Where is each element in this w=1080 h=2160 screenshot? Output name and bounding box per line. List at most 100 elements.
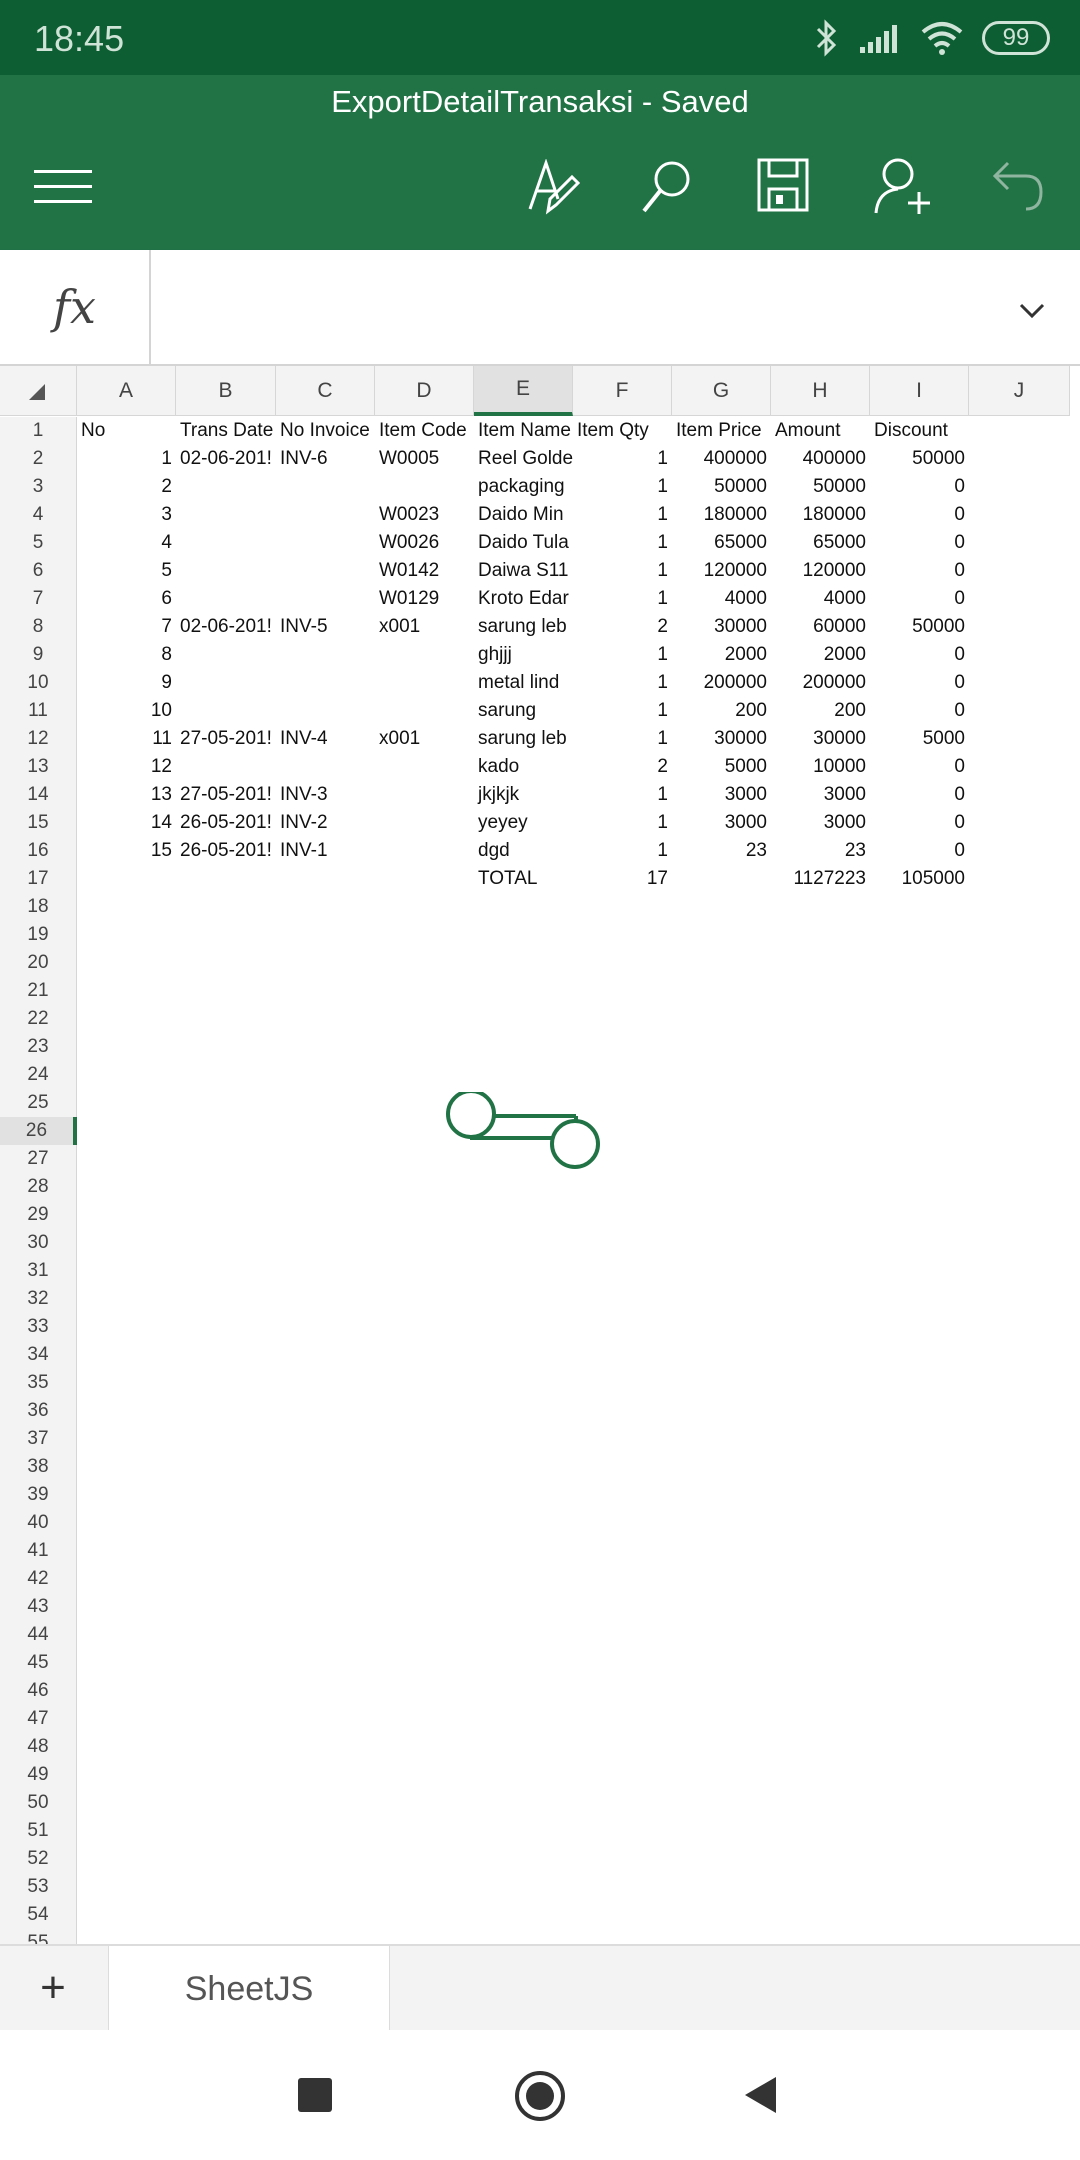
row-header-26[interactable]: 26 [0, 1117, 77, 1145]
cell-f16[interactable]: 1 [573, 837, 672, 865]
cell-b2[interactable]: 02-06-201! [176, 445, 276, 473]
cell-a10[interactable]: 9 [77, 669, 176, 697]
row-header-53[interactable]: 53 [0, 1873, 77, 1901]
cell-e17[interactable]: TOTAL [474, 865, 573, 893]
cell-a13[interactable]: 12 [77, 753, 176, 781]
cell-g13[interactable]: 5000 [672, 753, 771, 781]
cell-a1[interactable]: No [77, 417, 176, 445]
cell-d12[interactable]: x001 [375, 725, 474, 753]
row-header-33[interactable]: 33 [0, 1313, 77, 1341]
row-header-4[interactable]: 4 [0, 501, 77, 529]
cell-f14[interactable]: 1 [573, 781, 672, 809]
cell-a5[interactable]: 4 [77, 529, 176, 557]
cell-f3[interactable]: 1 [573, 473, 672, 501]
row-header-31[interactable]: 31 [0, 1257, 77, 1285]
cell-g16[interactable]: 23 [672, 837, 771, 865]
cell-i6[interactable]: 0 [870, 557, 969, 585]
cell-g9[interactable]: 2000 [672, 641, 771, 669]
cell-h11[interactable]: 200 [771, 697, 870, 725]
column-header-b[interactable]: B [176, 366, 276, 416]
cell-b15[interactable]: 26-05-201! [176, 809, 276, 837]
row-header-37[interactable]: 37 [0, 1425, 77, 1453]
row-header-19[interactable]: 19 [0, 921, 77, 949]
cell-e6[interactable]: Daiwa S11 [474, 557, 573, 585]
cell-i14[interactable]: 0 [870, 781, 969, 809]
home-icon[interactable] [514, 2070, 566, 2122]
cell-h13[interactable]: 10000 [771, 753, 870, 781]
cell-a2[interactable]: 1 [77, 445, 176, 473]
selection-handles[interactable] [444, 1092, 604, 1172]
cell-f1[interactable]: Item Qty [573, 417, 672, 445]
cell-c2[interactable]: INV-6 [276, 445, 375, 473]
cell-c1[interactable]: No Invoice [276, 417, 375, 445]
cell-h2[interactable]: 400000 [771, 445, 870, 473]
cell-c14[interactable]: INV-3 [276, 781, 375, 809]
cell-e9[interactable]: ghjjj [474, 641, 573, 669]
row-header-10[interactable]: 10 [0, 669, 77, 697]
row-header-23[interactable]: 23 [0, 1033, 77, 1061]
cell-i5[interactable]: 0 [870, 529, 969, 557]
cell-a4[interactable]: 3 [77, 501, 176, 529]
cell-b1[interactable]: Trans Date [176, 417, 276, 445]
search-icon[interactable] [640, 159, 694, 215]
row-header-41[interactable]: 41 [0, 1537, 77, 1565]
cell-a9[interactable]: 8 [77, 641, 176, 669]
cell-d7[interactable]: W0129 [375, 585, 474, 613]
row-header-43[interactable]: 43 [0, 1593, 77, 1621]
cell-f5[interactable]: 1 [573, 529, 672, 557]
row-header-6[interactable]: 6 [0, 557, 77, 585]
cell-d1[interactable]: Item Code [375, 417, 474, 445]
row-header-15[interactable]: 15 [0, 809, 77, 837]
cell-h12[interactable]: 30000 [771, 725, 870, 753]
cell-h15[interactable]: 3000 [771, 809, 870, 837]
row-header-9[interactable]: 9 [0, 641, 77, 669]
row-header-1[interactable]: 1 [0, 417, 77, 445]
cell-e7[interactable]: Kroto Edar [474, 585, 573, 613]
cell-a7[interactable]: 6 [77, 585, 176, 613]
column-header-a[interactable]: A [77, 366, 176, 416]
function-button[interactable]: fx [0, 250, 151, 364]
cell-h14[interactable]: 3000 [771, 781, 870, 809]
cell-c15[interactable]: INV-2 [276, 809, 375, 837]
cell-d6[interactable]: W0142 [375, 557, 474, 585]
row-header-22[interactable]: 22 [0, 1005, 77, 1033]
cell-f11[interactable]: 1 [573, 697, 672, 725]
back-icon[interactable] [744, 2076, 778, 2114]
select-all-corner[interactable] [0, 366, 77, 416]
cell-a16[interactable]: 15 [77, 837, 176, 865]
cell-b12[interactable]: 27-05-201! [176, 725, 276, 753]
cell-f8[interactable]: 2 [573, 613, 672, 641]
row-header-5[interactable]: 5 [0, 529, 77, 557]
cell-g4[interactable]: 180000 [672, 501, 771, 529]
cell-e15[interactable]: yeyey [474, 809, 573, 837]
cell-i15[interactable]: 0 [870, 809, 969, 837]
row-header-45[interactable]: 45 [0, 1649, 77, 1677]
cell-i12[interactable]: 5000 [870, 725, 969, 753]
cell-h6[interactable]: 120000 [771, 557, 870, 585]
cell-i1[interactable]: Discount [870, 417, 969, 445]
cell-g7[interactable]: 4000 [672, 585, 771, 613]
cell-g12[interactable]: 30000 [672, 725, 771, 753]
row-header-8[interactable]: 8 [0, 613, 77, 641]
cell-g14[interactable]: 3000 [672, 781, 771, 809]
cell-g10[interactable]: 200000 [672, 669, 771, 697]
row-header-21[interactable]: 21 [0, 977, 77, 1005]
cell-e4[interactable]: Daido Min [474, 501, 573, 529]
cell-a8[interactable]: 7 [77, 613, 176, 641]
cell-g3[interactable]: 50000 [672, 473, 771, 501]
cell-i17[interactable]: 105000 [870, 865, 969, 893]
chevron-down-icon[interactable] [1018, 302, 1046, 320]
row-header-49[interactable]: 49 [0, 1761, 77, 1789]
row-header-52[interactable]: 52 [0, 1845, 77, 1873]
cell-h3[interactable]: 50000 [771, 473, 870, 501]
cell-b8[interactable]: 02-06-201! [176, 613, 276, 641]
cell-e1[interactable]: Item Name [474, 417, 573, 445]
row-header-29[interactable]: 29 [0, 1201, 77, 1229]
cell-d2[interactable]: W0005 [375, 445, 474, 473]
cell-i4[interactable]: 0 [870, 501, 969, 529]
cell-a11[interactable]: 10 [77, 697, 176, 725]
recent-apps-icon[interactable] [298, 2078, 332, 2112]
cell-f10[interactable]: 1 [573, 669, 672, 697]
cell-d4[interactable]: W0023 [375, 501, 474, 529]
row-header-17[interactable]: 17 [0, 865, 77, 893]
